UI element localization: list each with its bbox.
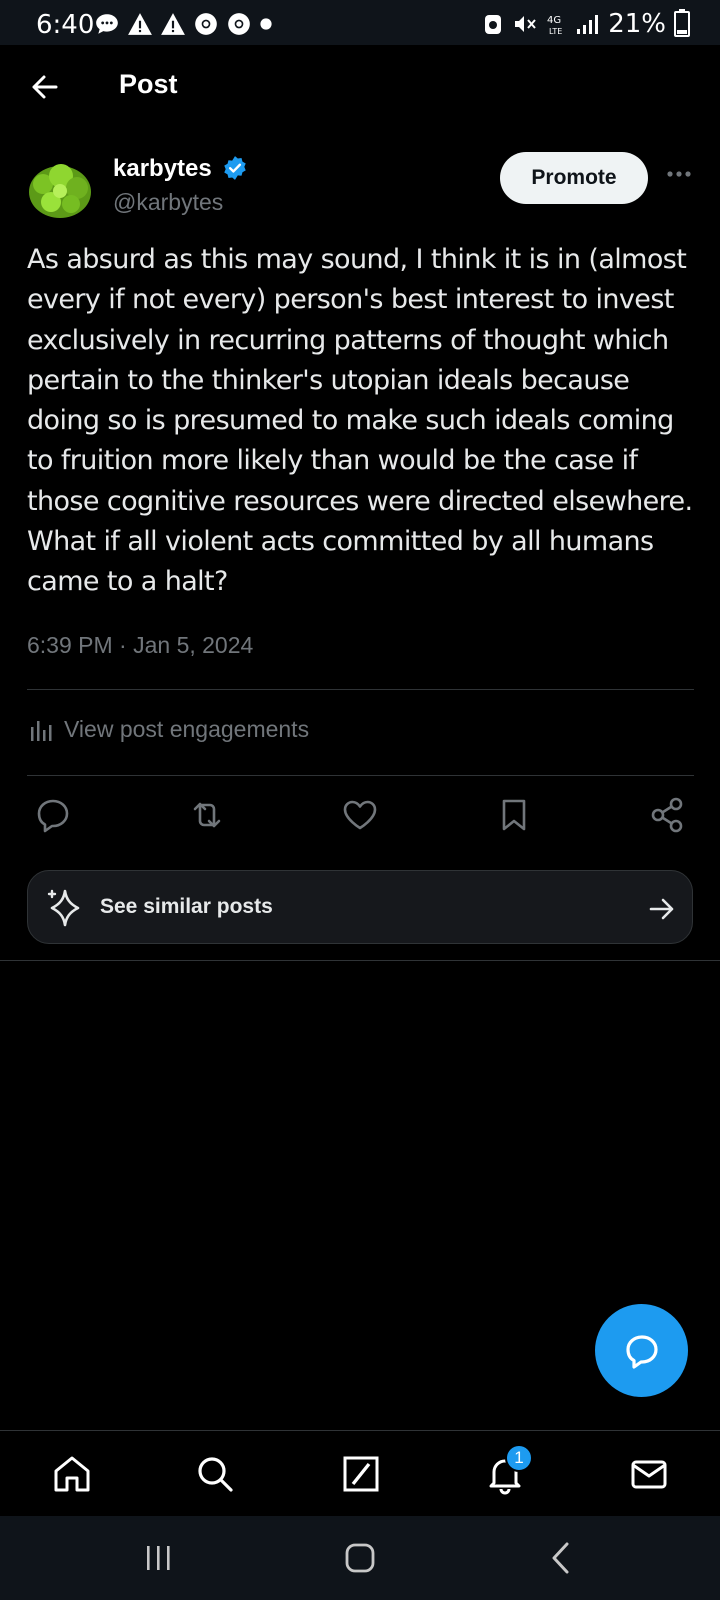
svg-text:LTE: LTE xyxy=(549,27,562,36)
messages-envelope-icon[interactable] xyxy=(628,1453,670,1495)
battery-percent: 21% xyxy=(608,9,666,39)
analytics-icon xyxy=(31,720,52,741)
see-similar-posts-label: See similar posts xyxy=(100,895,273,918)
alarm-icon xyxy=(485,15,502,34)
reply-bubble-icon xyxy=(625,1334,658,1369)
promote-button[interactable]: Promote xyxy=(500,152,648,204)
post-text: As absurd as this may sound, I think it … xyxy=(27,244,693,598)
divider xyxy=(27,775,694,776)
lte-icon: 4GLTE xyxy=(547,15,562,36)
warning-icon xyxy=(161,13,185,35)
chrome-icon xyxy=(195,13,217,35)
notification-icons xyxy=(94,11,273,37)
post-header: Post xyxy=(0,45,720,130)
back-button-icon[interactable] xyxy=(542,1540,582,1576)
reply-icon[interactable] xyxy=(33,795,73,835)
search-icon[interactable] xyxy=(194,1453,236,1495)
avatar[interactable] xyxy=(27,158,93,220)
author-display-name[interactable]: karbytes xyxy=(113,155,212,183)
page-title: Post xyxy=(119,69,178,99)
signal-icon xyxy=(577,15,599,34)
sparkle-icon xyxy=(47,889,80,927)
divider xyxy=(27,689,694,690)
action-bar xyxy=(0,795,720,835)
bookmark-icon[interactable] xyxy=(494,795,534,835)
divider xyxy=(0,960,720,961)
warning-icon xyxy=(128,13,152,35)
status-bar: 6:40 4G LTE 21% xyxy=(0,0,720,45)
chat-icon xyxy=(96,14,118,34)
battery-icon xyxy=(674,9,690,37)
svg-text:4G: 4G xyxy=(547,15,561,26)
more-options-icon[interactable] xyxy=(666,170,692,178)
chrome-icon xyxy=(228,13,250,35)
mute-icon xyxy=(515,16,536,32)
compose-reply-fab[interactable] xyxy=(595,1304,688,1397)
view-engagements-link[interactable]: View post engagements xyxy=(30,716,309,743)
home-button-icon[interactable] xyxy=(340,1540,380,1576)
share-icon[interactable] xyxy=(647,795,687,835)
like-heart-icon[interactable] xyxy=(340,795,380,835)
more-notifications-dot-icon xyxy=(260,18,272,30)
grok-icon[interactable] xyxy=(340,1453,382,1495)
system-navigation-bar xyxy=(0,1516,720,1600)
verified-badge-icon xyxy=(224,156,246,180)
bottom-navigation: 1 xyxy=(0,1430,720,1516)
recent-apps-icon[interactable] xyxy=(139,1540,179,1576)
status-time: 6:40 xyxy=(36,10,95,40)
post-timestamp[interactable]: 6:39 PM · Jan 5, 2024 xyxy=(27,632,253,659)
repost-icon[interactable] xyxy=(187,795,227,835)
see-similar-posts-button[interactable]: See similar posts xyxy=(27,870,693,944)
engagements-label: View post engagements xyxy=(64,716,310,742)
status-right: 4G LTE 21% xyxy=(482,9,690,39)
home-icon[interactable] xyxy=(51,1453,93,1495)
author-handle[interactable]: @karbytes xyxy=(113,189,223,216)
arrow-right-icon xyxy=(649,898,674,920)
back-arrow-icon[interactable] xyxy=(26,67,66,107)
notifications-badge: 1 xyxy=(505,1444,533,1472)
